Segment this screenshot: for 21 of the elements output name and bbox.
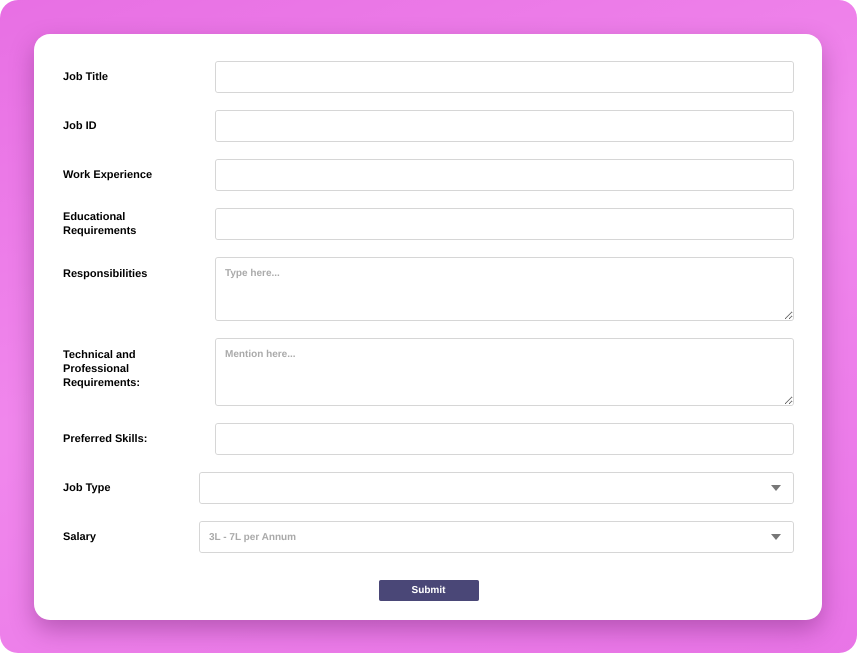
text-area[interactable]: Mention here... <box>215 338 794 406</box>
caret-icon <box>771 485 781 491</box>
input-field[interactable] <box>215 61 794 93</box>
dropdown-field[interactable] <box>199 472 794 504</box>
field-label: Technical and Professional Requirements: <box>63 348 142 390</box>
field-label: Preferred Skills: <box>63 432 148 446</box>
field-label: Educational Requirements <box>63 210 138 238</box>
input-field[interactable] <box>215 208 794 240</box>
dropdown-placeholder: 3L - 7L per Annum <box>209 530 296 544</box>
caret-icon <box>771 534 781 540</box>
field-label: Responsibilities <box>63 267 148 281</box>
input-field[interactable] <box>215 423 794 455</box>
field-label: Work Experience <box>63 168 154 182</box>
field-label: Job Type <box>63 481 112 495</box>
field-label: Salary <box>63 530 98 544</box>
input-field[interactable] <box>215 110 794 142</box>
submit-button[interactable]: Submit <box>378 580 478 601</box>
field-label: Job Title <box>63 70 110 84</box>
text-area[interactable]: Type here... <box>215 257 794 321</box>
input-field[interactable] <box>215 159 794 191</box>
field-label: Job ID <box>63 119 98 133</box>
